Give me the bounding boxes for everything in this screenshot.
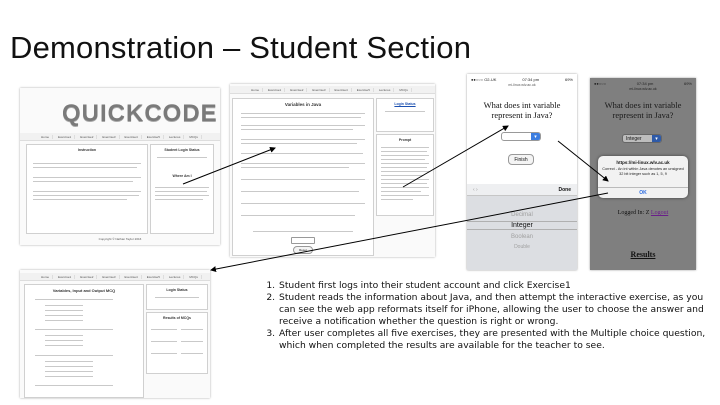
signal-icon: ●●○○○ [594, 80, 607, 86]
nav-item-exercise5[interactable]: Exercise5 [354, 87, 374, 92]
phone1-answer-select[interactable]: ▾ [501, 132, 541, 141]
steps-list: Student first logs into their student ac… [258, 280, 714, 352]
nav-item-exercise4[interactable]: Exercise4 [122, 274, 142, 279]
phone1-done-button[interactable]: Done [559, 187, 572, 193]
chevron-down-icon: ▾ [652, 135, 661, 142]
mcq-nav-bar: Home Exercise1 Exercise2 Exercise3 Exerc… [20, 273, 210, 281]
phone1-battery: 69% [564, 76, 573, 82]
phone2-logged-in: Logged In: Z Logout [590, 210, 696, 216]
nav-item-lectures[interactable]: Lectures [166, 134, 185, 139]
phone2-url: mi-linux.wlv.ac.uk [629, 87, 657, 91]
nav-item-exercise1[interactable]: Exercise1 [265, 87, 286, 92]
variables-title: Variables in Java [284, 102, 322, 107]
phone2-question: What does int variable represent in Java… [604, 100, 682, 120]
nav-item-mcqs[interactable]: MCQs [396, 87, 412, 92]
picker-prev-next-icon[interactable]: ‹ › [473, 187, 478, 193]
nav-item-exercise1[interactable]: Exercise1 [55, 134, 76, 139]
nav-item-exercise3[interactable]: Exercise3 [99, 274, 120, 279]
variables-reset-button[interactable]: Reset [293, 246, 313, 254]
variables-nav-bar: Home Exercise1 Exercise2 Exercise3 Exerc… [230, 86, 435, 94]
nav-item-lectures[interactable]: Lectures [376, 87, 395, 92]
nav-item-exercise2[interactable]: Exercise2 [287, 87, 308, 92]
nav-item-exercise4[interactable]: Exercise4 [122, 134, 142, 139]
variables-content-panel: Variables in Java Reset [232, 98, 374, 256]
mcq-results-title: Results of MCQs [162, 316, 191, 320]
variables-answer-box[interactable] [291, 237, 315, 244]
alert-url: https://mi-linux.wlv.ac.uk [616, 160, 670, 165]
phone2-time: 07:34 pm [636, 80, 654, 86]
mcq-login-panel: Login Status [146, 284, 208, 310]
phone1-question: What does int variable represent in Java… [483, 100, 561, 120]
home-screenshot: QUICKCODE Home Exercise1 Exercise2 Exerc… [20, 88, 220, 245]
home-footer: Copyright © Nathan Taylor 2016 [98, 237, 142, 241]
mcq-title: Variables, Input and Output MCQ [52, 288, 116, 293]
phone2-battery: 69% [683, 80, 692, 86]
nav-item-home[interactable]: Home [38, 134, 54, 139]
phone1-time: 07:34 pm [522, 76, 540, 82]
instruction-panel: Instruction [26, 144, 148, 234]
variables-prompt-title: Prompt [398, 138, 412, 142]
chevron-down-icon: ▾ [531, 133, 540, 140]
nav-item-home[interactable]: Home [38, 274, 54, 279]
where-am-i-title: Where Am I [172, 174, 192, 178]
mcq-login-title: Login Status [166, 288, 188, 292]
picker-option[interactable]: Double [467, 244, 577, 250]
mcq-results-panel: Results of MCQs [146, 312, 208, 374]
nav-item-exercise1[interactable]: Exercise1 [55, 274, 76, 279]
alert-ok-button[interactable]: OK [598, 187, 688, 198]
variables-prompt-panel: Prompt [376, 134, 434, 216]
correct-alert-dialog: https://mi-linux.wlv.ac.uk Correct - An … [598, 156, 688, 198]
nav-item-exercise5[interactable]: Exercise5 [144, 134, 164, 139]
phone-screenshot-2: ●●○○○ 07:34 pm 69% mi-linux.wlv.ac.uk Wh… [590, 78, 696, 270]
variables-screenshot: Home Exercise1 Exercise2 Exercise3 Exerc… [230, 84, 435, 257]
nav-item-exercise4[interactable]: Exercise4 [332, 87, 352, 92]
nav-item-mcqs[interactable]: MCQs [186, 134, 202, 139]
slide-title: Demonstration – Student Section [10, 30, 472, 65]
login-status-title: Student Login Status [164, 148, 200, 152]
phone1-picker-toolbar: ‹ › Done [467, 184, 577, 196]
nav-item-exercise2[interactable]: Exercise2 [77, 274, 98, 279]
variables-login-title[interactable]: Login Status [377, 102, 433, 106]
login-status-panel: Student Login Status Where Am I [150, 144, 214, 234]
logged-in-label: Logged In: Z [617, 210, 650, 216]
home-nav-bar: Home Exercise1 Exercise2 Exercise3 Exerc… [20, 133, 220, 141]
phone2-answer-select[interactable]: Integer ▾ [622, 134, 662, 143]
nav-item-exercise5[interactable]: Exercise5 [144, 274, 164, 279]
nav-item-exercise3[interactable]: Exercise3 [309, 87, 330, 92]
nav-item-lectures[interactable]: Lectures [166, 274, 185, 279]
results-link[interactable]: Results [590, 250, 696, 259]
phone1-carrier: ●●○○○ O2-UK [471, 76, 497, 82]
phone-screenshot-1: ●●○○○ O2-UK 07:34 pm 69% mi-linux.wlv.ac… [467, 74, 577, 270]
picker-option[interactable]: Boolean [467, 234, 577, 240]
step-3: After user completes all five exercises,… [278, 328, 714, 352]
logout-link[interactable]: Logout [651, 210, 668, 216]
mcq-content-panel: Variables, Input and Output MCQ [24, 284, 144, 398]
nav-item-mcqs[interactable]: MCQs [186, 274, 202, 279]
phone1-finish-button[interactable]: Finish [508, 154, 534, 165]
mcq-screenshot: Home Exercise1 Exercise2 Exercise3 Exerc… [20, 270, 210, 398]
phone1-url: mi-linux.wlv.ac.uk [508, 83, 536, 87]
phone1-picker[interactable]: ‹ › Done Decimal Integer Boolean Double [467, 184, 577, 270]
step-2: Student reads the information about Java… [278, 292, 714, 328]
quickcode-logo: QUICKCODE [62, 100, 218, 127]
picker-option[interactable]: Decimal [467, 212, 577, 218]
step-1: Student first logs into their student ac… [278, 280, 714, 292]
variables-login-panel: Login Status [376, 98, 434, 132]
nav-item-exercise3[interactable]: Exercise3 [99, 134, 120, 139]
nav-item-exercise2[interactable]: Exercise2 [77, 134, 98, 139]
nav-item-home[interactable]: Home [248, 87, 264, 92]
picker-option-selected[interactable]: Integer [467, 221, 577, 230]
instruction-title: Instruction [77, 148, 97, 152]
alert-message: Correct - An int within Java denotes an … [602, 167, 684, 176]
